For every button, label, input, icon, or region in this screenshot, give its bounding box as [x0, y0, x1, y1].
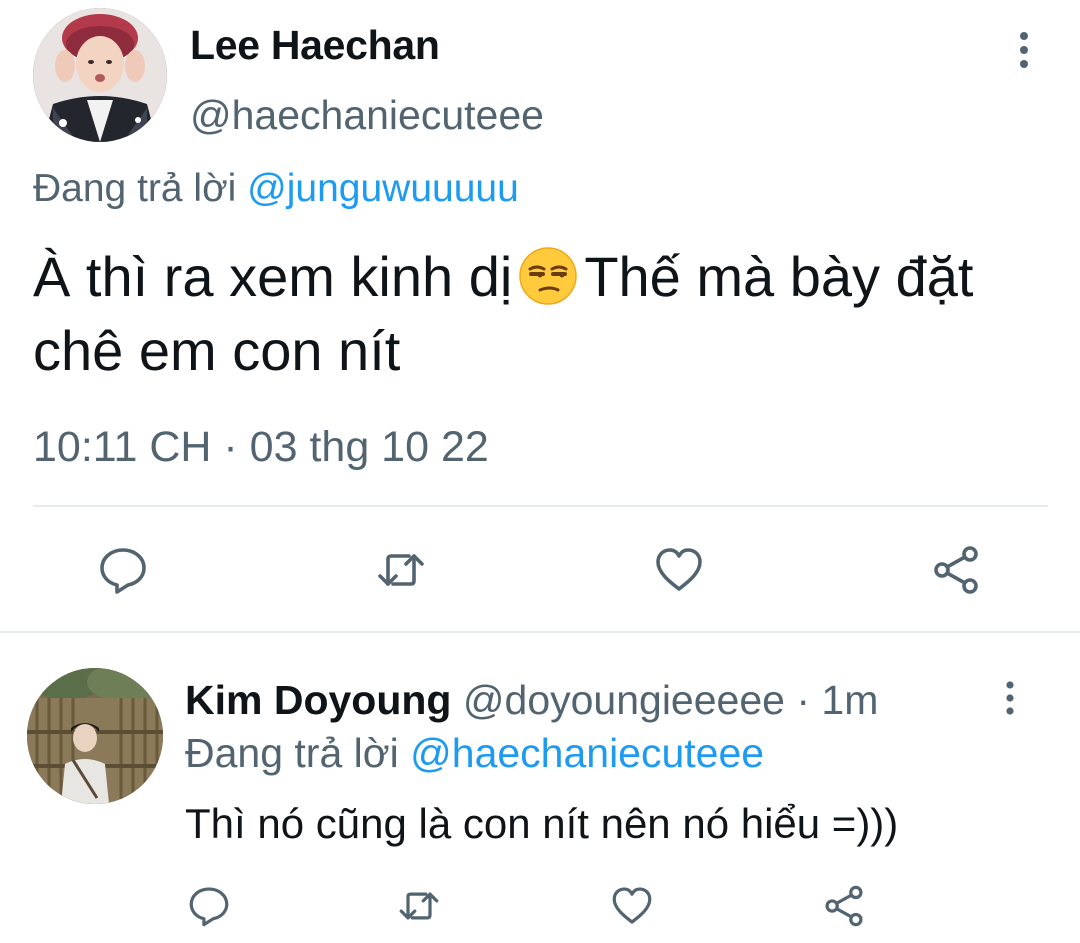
like-icon[interactable]	[653, 544, 705, 596]
separator: ·	[784, 677, 822, 723]
reply-icon[interactable]	[97, 544, 149, 596]
tweet-timestamp[interactable]: 10:11 CH · 03 thg 10 22	[33, 423, 489, 472]
tweet-text: À thì ra xem kinh dị Thế mà bày đặt chê …	[33, 240, 1043, 388]
replying-to-line: Đang trả lời @junguwuuuuu	[33, 167, 519, 211]
user-handle[interactable]: @doyoungieeeee	[463, 677, 785, 723]
share-icon[interactable]	[930, 544, 982, 596]
relative-time[interactable]: 1m	[821, 677, 878, 723]
retweet-icon[interactable]	[397, 884, 441, 928]
share-icon[interactable]	[822, 884, 866, 928]
replying-to-mention[interactable]: @haechaniecuteee	[410, 730, 764, 776]
tweet-thread: Lee Haechan @haechaniecuteee Đang trả lờ…	[0, 0, 1080, 943]
replying-to-label: Đang trả lời	[185, 730, 411, 776]
avatar-image	[27, 668, 163, 804]
avatar-image	[33, 8, 167, 142]
main-tweet: Lee Haechan @haechaniecuteee Đang trả lờ…	[0, 0, 1080, 632]
replying-to-label: Đang trả lời	[33, 167, 248, 210]
unamused-face-emoji-icon	[518, 246, 578, 306]
display-name[interactable]: Lee Haechan	[190, 22, 440, 69]
tweet-text-part1: À thì ra xem kinh dị	[33, 245, 513, 308]
avatar-kim-doyoung[interactable]	[27, 668, 163, 804]
more-options-icon[interactable]	[1008, 30, 1040, 70]
reply-header: Kim Doyoung @doyoungieeeee · 1m	[185, 676, 878, 724]
display-name[interactable]: Kim Doyoung	[185, 677, 451, 723]
like-icon[interactable]	[610, 884, 654, 928]
thread-divider	[0, 631, 1080, 633]
user-handle[interactable]: @haechaniecuteee	[190, 92, 544, 139]
replying-to-mention[interactable]: @junguwuuuuu	[247, 167, 519, 210]
more-options-icon[interactable]	[996, 680, 1024, 716]
replying-to-line: Đang trả lời @haechaniecuteee	[185, 730, 764, 777]
reply-icon[interactable]	[187, 884, 231, 928]
divider	[33, 505, 1048, 507]
avatar-lee-haechan[interactable]	[33, 8, 167, 142]
retweet-icon[interactable]	[375, 544, 427, 596]
tweet-text: Thì nó cũng là con nít nên nó hiểu =)))	[185, 800, 899, 847]
